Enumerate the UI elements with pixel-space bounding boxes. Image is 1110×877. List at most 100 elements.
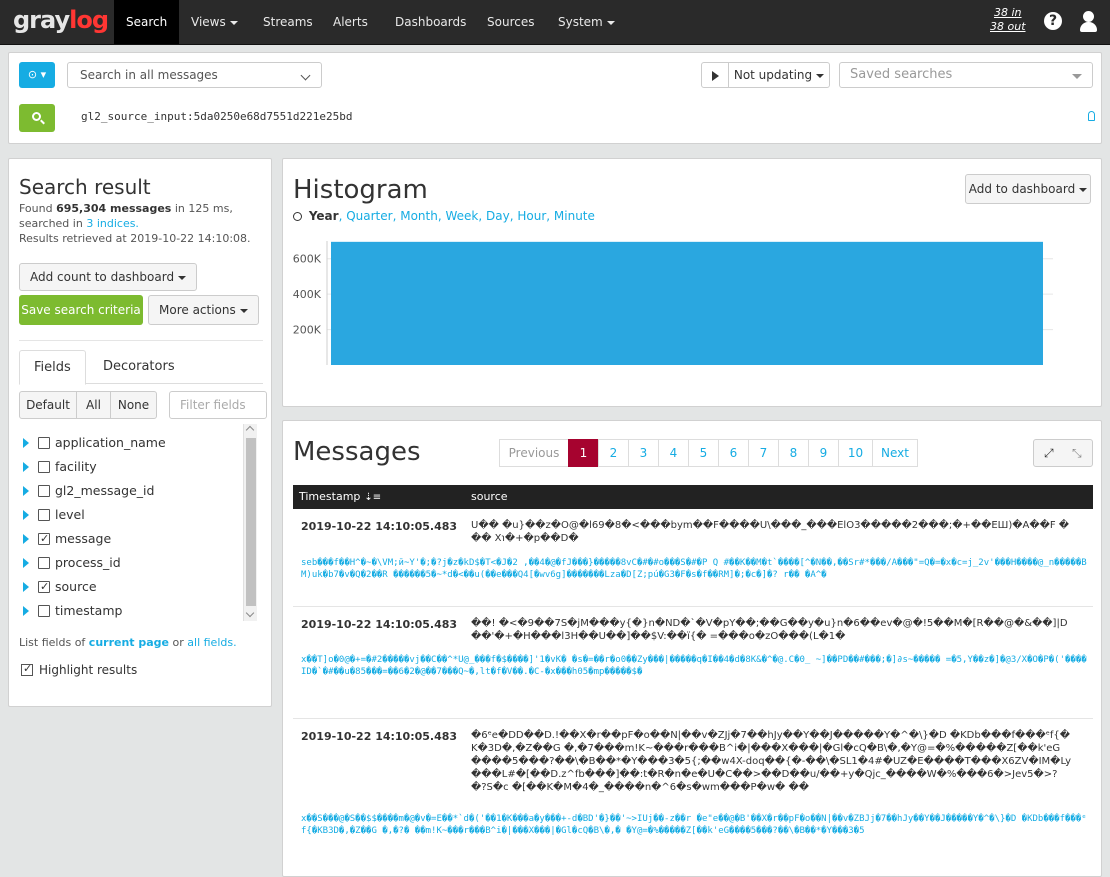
more-actions-button[interactable]: More actions — [148, 295, 259, 325]
current-page-link[interactable]: current page — [89, 636, 169, 649]
nav-views[interactable]: Views — [179, 0, 250, 44]
search-query-input[interactable]: gl2_source_input:5da0250e68d7551d221e25b… — [81, 110, 353, 123]
page-8[interactable]: 8 — [778, 439, 809, 467]
field-checkbox[interactable] — [38, 529, 50, 549]
throughput-out: 38 out — [990, 20, 1026, 33]
nav-system[interactable]: System — [546, 0, 627, 44]
expand-triangle-icon[interactable] — [23, 486, 29, 496]
resolution-year[interactable]: Year — [309, 209, 339, 223]
resolution-minute[interactable]: Minute — [554, 209, 595, 223]
throughput-indicator[interactable]: 38 in 38 out — [990, 6, 1026, 34]
field-row[interactable]: level — [19, 505, 249, 525]
all-fields-button[interactable]: All — [76, 392, 110, 418]
top-navbar: graylog Search Views Streams Alerts Dash… — [0, 0, 1110, 45]
message-row[interactable]: 2019-10-22 14:10:05.483 ��! �<�9��7S�jM�… — [293, 608, 1093, 719]
nav-streams[interactable]: Streams — [251, 0, 325, 44]
field-list-scrollbar[interactable] — [243, 424, 257, 621]
user-icon[interactable] — [1078, 10, 1100, 34]
highlight-results-toggle[interactable]: Highlight results — [19, 660, 137, 679]
nav-sources[interactable]: Sources — [475, 0, 546, 44]
histogram-title: Histogram — [293, 175, 428, 205]
nav-search[interactable]: Search — [114, 0, 180, 44]
field-row[interactable]: gl2_message_id — [19, 481, 249, 501]
field-selection-group: Default All None — [19, 391, 157, 419]
lightbulb-icon[interactable] — [1088, 111, 1095, 121]
field-checkbox[interactable] — [38, 605, 50, 617]
page-3[interactable]: 3 — [628, 439, 659, 467]
page-1[interactable]: 1 — [568, 439, 599, 467]
chevron-down-icon — [816, 73, 825, 78]
indices-link[interactable]: 3 indices. — [86, 217, 139, 230]
nav-alerts[interactable]: Alerts — [321, 0, 380, 44]
expand-triangle-icon[interactable] — [23, 534, 29, 544]
tab-fields[interactable]: Fields — [19, 350, 86, 385]
expand-triangle-icon[interactable] — [23, 510, 29, 520]
expand-triangle-icon[interactable] — [23, 558, 29, 568]
default-fields-button[interactable]: Default — [20, 392, 76, 418]
divider — [19, 340, 263, 341]
nav-dashboards[interactable]: Dashboards — [383, 0, 478, 44]
expand-triangle-icon[interactable] — [23, 606, 29, 616]
message-row[interactable]: 2019-10-22 14:10:05.483 �6ᵉe�DD��D.!��X�… — [293, 720, 1093, 876]
resolution-month[interactable]: Month — [400, 209, 438, 223]
all-fields-link[interactable]: all fields. — [187, 636, 236, 649]
resolution-hour[interactable]: Hour — [517, 209, 546, 223]
tab-decorators[interactable]: Decorators — [89, 350, 189, 384]
page-2[interactable]: 2 — [598, 439, 629, 467]
expand-icon[interactable]: ⤢ — [1044, 446, 1054, 461]
graylog-logo[interactable]: graylog — [13, 6, 109, 34]
search-result-info: Found 695,304 messages in 125 ms, search… — [19, 202, 251, 245]
chevron-down-icon — [1072, 74, 1082, 79]
field-row[interactable]: timestamp — [19, 601, 249, 621]
page-4[interactable]: 4 — [658, 439, 689, 467]
saved-searches-select[interactable]: Saved searches — [839, 62, 1093, 88]
field-checkbox[interactable] — [38, 557, 50, 569]
histogram-chart[interactable]: 200K 400K 600K — [293, 235, 1093, 385]
field-checkbox[interactable] — [38, 509, 50, 521]
save-search-criteria-button[interactable]: Save search criteria — [19, 295, 143, 325]
resolution-day[interactable]: Day — [486, 209, 510, 223]
expand-triangle-icon[interactable] — [23, 462, 29, 472]
page-next[interactable]: Next — [872, 439, 918, 467]
collapse-icon[interactable]: ⤡ — [1072, 446, 1082, 461]
play-icon[interactable] — [701, 62, 729, 88]
page-6[interactable]: 6 — [718, 439, 749, 467]
field-row[interactable]: source — [19, 577, 249, 597]
chevron-down-icon — [606, 20, 615, 25]
page-7[interactable]: 7 — [748, 439, 779, 467]
filter-fields-input[interactable]: Filter fields — [169, 391, 267, 419]
resolution-quarter[interactable]: Quarter — [346, 209, 392, 223]
expand-triangle-icon[interactable] — [23, 582, 29, 592]
message-row[interactable]: 2019-10-22 14:10:05.483 U�� �u}��z�O@�l6… — [293, 510, 1093, 607]
column-timestamp[interactable]: Timestamp ⇣≡ — [299, 485, 381, 510]
field-row[interactable]: process_id — [19, 553, 249, 573]
page-10[interactable]: 10 — [838, 439, 873, 467]
field-checkbox[interactable] — [38, 485, 50, 497]
refresh-interval-button[interactable]: Not updating — [728, 62, 830, 88]
sort-icon[interactable]: ⇣≡ — [364, 486, 381, 510]
field-checkbox[interactable] — [38, 437, 50, 449]
add-count-to-dashboard-button[interactable]: Add count to dashboard — [19, 263, 198, 291]
help-icon[interactable]: ? — [1044, 12, 1062, 30]
field-row[interactable]: application_name — [19, 433, 249, 453]
field-checkbox[interactable] — [38, 577, 50, 597]
page-5[interactable]: 5 — [688, 439, 719, 467]
field-row[interactable]: facility — [19, 457, 249, 477]
resolution-selector: Year, Quarter, Month, Week, Day, Hour, M… — [293, 209, 595, 223]
expand-triangle-icon[interactable] — [23, 438, 29, 448]
add-to-dashboard-button[interactable]: Add to dashboard — [965, 174, 1091, 204]
search-button[interactable] — [19, 104, 55, 132]
no-fields-button[interactable]: None — [110, 392, 156, 418]
time-range-type-button[interactable]: ⊙ ▾ — [19, 62, 55, 88]
highlight-checkbox[interactable] — [21, 660, 33, 678]
time-range-select[interactable]: Search in all messages — [67, 62, 322, 88]
page-9[interactable]: 9 — [808, 439, 839, 467]
histogram-bar[interactable] — [331, 241, 1043, 365]
field-list: application_name facility gl2_message_id… — [19, 427, 255, 624]
page-previous[interactable]: Previous — [499, 439, 569, 467]
expand-collapse-group: ⤢ ⤡ — [1033, 439, 1093, 467]
field-checkbox[interactable] — [38, 461, 50, 473]
column-source[interactable]: source — [471, 485, 508, 509]
field-row[interactable]: message — [19, 529, 249, 549]
resolution-week[interactable]: Week — [445, 209, 478, 223]
